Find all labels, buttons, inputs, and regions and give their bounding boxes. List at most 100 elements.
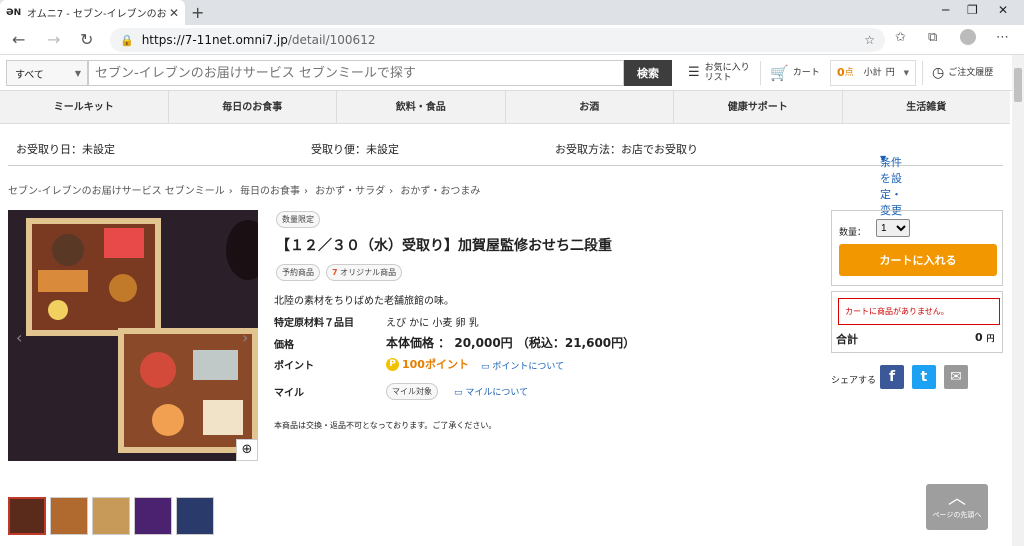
chevron-down-icon: ▼ [903, 69, 909, 77]
reload-icon[interactable]: ↻ [80, 30, 93, 49]
points-value: 0 [837, 66, 845, 79]
add-to-cart-button[interactable]: カートに入れる [839, 244, 997, 276]
limited-quantity-tag: 数量限定 [276, 211, 320, 228]
window-icon: ▭ [454, 388, 463, 398]
cart-icon: 🛒 [770, 64, 789, 82]
order-history-label: ご注文履歴 [948, 68, 994, 78]
browser-tab[interactable]: ƏN オムニ7 - セブン-イレブンのお届けサ… ✕ [0, 0, 185, 25]
mile-label: マイル [274, 388, 304, 399]
lock-icon: 🔒 [120, 33, 134, 47]
thumbnail-3[interactable] [92, 497, 130, 535]
quantity-select[interactable]: 1 [876, 219, 910, 237]
allergen-label: 特定原材料７品目 [274, 318, 354, 329]
cart-label: カート [792, 68, 820, 78]
point-badge: P 100ポイント [386, 356, 469, 372]
zoom-icon[interactable]: ⊕ [236, 439, 258, 461]
breadcrumb-item[interactable]: おかず・サラダ [315, 186, 385, 197]
omni7-favicon-icon: ƏN [6, 7, 22, 18]
up-arrow-icon: ︿ [948, 488, 966, 509]
delivery-conditions-bar: お受取り日：未設定 受取り便：未設定 お受取方法：お店でお受取り 条件を設定・変… [8, 128, 1003, 233]
profile-avatar[interactable] [960, 29, 976, 45]
nav-item-alcohol[interactable]: お酒 [506, 91, 674, 123]
thumbnail-2[interactable] [50, 497, 88, 535]
new-tab-icon[interactable]: + [191, 3, 204, 22]
total-unit: 円 [986, 334, 995, 343]
nav-item-meal-kit[interactable]: ミールキット [0, 91, 169, 123]
thumbnail-5[interactable] [176, 497, 214, 535]
category-select-value: すべて [15, 69, 44, 81]
original-product-tag: 7 オリジナル商品 [326, 264, 403, 281]
nav-item-health[interactable]: 健康サポート [674, 91, 843, 123]
back-icon[interactable]: ← [12, 30, 25, 49]
next-image-icon[interactable]: › [242, 328, 248, 347]
search-input[interactable] [88, 60, 624, 86]
breadcrumb-separator: › [389, 186, 394, 197]
mile-eligible-tag: マイル対象 [386, 383, 438, 400]
page-scrollbar[interactable] [1012, 55, 1024, 546]
minimize-icon[interactable]: ─ [942, 3, 949, 17]
point-info-link[interactable]: ▭ ポイントについて [481, 359, 564, 372]
facebook-share-icon[interactable]: f [880, 365, 904, 389]
mile-info-link[interactable]: ▭ マイルについて [454, 385, 528, 398]
twitter-share-icon[interactable]: t [912, 365, 936, 389]
scrollbar-thumb[interactable] [1014, 68, 1022, 102]
total-amount: 0 [975, 331, 983, 344]
thumbnail-4[interactable] [134, 497, 172, 535]
tab-close-icon[interactable]: ✕ [169, 6, 179, 20]
delivery-method: お受取方法：お店でお受取り [555, 143, 698, 156]
mile-info-label: マイルについて [465, 388, 529, 398]
forward-icon[interactable]: → [47, 30, 60, 49]
chevron-down-icon: ▼ [74, 68, 81, 78]
breadcrumb-item[interactable]: おかず・おつまみ [400, 186, 480, 197]
list-icon: ☰ [688, 65, 700, 80]
address-bar[interactable]: 🔒 https://7-11net.omni7.jp /detail/10061… [110, 28, 885, 52]
maximize-icon[interactable]: ❐ [967, 3, 978, 17]
search-button[interactable]: 検索 [624, 60, 672, 86]
url-path: /detail/100612 [287, 33, 376, 47]
bookmark-star-icon[interactable]: ☆ [864, 33, 875, 47]
price-label: 価格 [274, 340, 294, 351]
product-main-image: ‹ › [8, 210, 258, 461]
favorites-icon[interactable]: ✩ [895, 30, 906, 45]
mail-share-icon[interactable]: ✉ [944, 365, 968, 389]
category-nav: ミールキット 毎日のお食事 飲料・食品 お酒 健康サポート 生活雑貨 [0, 91, 1010, 124]
category-select[interactable]: すべて ▼ [6, 60, 88, 86]
subtotal-label: 小計 [863, 68, 882, 78]
reservation-tag: 予約商品 [276, 264, 320, 281]
header-divider [922, 61, 923, 85]
share-label: シェアする [831, 376, 877, 386]
quantity-label: 数量： [839, 228, 867, 238]
product-catchphrase: 北陸の素材をちりばめた老舗旅館の味。 [274, 296, 454, 307]
nav-item-household[interactable]: 生活雑貨 [843, 91, 1011, 123]
favorites-label-2: リスト [704, 73, 732, 83]
breadcrumb-separator: › [228, 186, 233, 197]
nav-item-daily-meals[interactable]: 毎日のお食事 [169, 91, 337, 123]
delivery-date: お受取り日：未設定 [16, 143, 115, 156]
osechi-illustration [8, 210, 258, 461]
breadcrumb-item[interactable]: セブン-イレブンのお届けサービス セブンミール [8, 186, 225, 197]
window-close-icon[interactable]: ✕ [998, 3, 1008, 17]
favorites-list-link[interactable]: ☰ お気に入り リスト [688, 60, 750, 86]
order-history-link[interactable]: ◷ ご注文履歴 [932, 60, 993, 86]
nav-item-drinks-food[interactable]: 飲料・食品 [337, 91, 506, 123]
cart-link[interactable]: 🛒 カート [770, 60, 820, 86]
cart-summary[interactable]: 0 点 小計 円 ▼ [830, 60, 916, 86]
delivery-slot: 受取り便：未設定 [311, 143, 399, 156]
page-top-button[interactable]: ︿ ページの先頭へ [926, 484, 988, 530]
breadcrumb-separator: › [303, 186, 308, 197]
point-label: ポイント [274, 361, 314, 372]
thumbnail-1[interactable] [8, 497, 46, 535]
collections-icon[interactable]: ⧉ [928, 30, 937, 45]
prev-image-icon[interactable]: ‹ [16, 328, 22, 347]
history-clock-icon: ◷ [932, 65, 945, 81]
cart-empty-message: カートに商品がありません。 [838, 298, 1000, 325]
points-unit: 点 [844, 68, 854, 78]
allergen-value: えび かに 小麦 卵 乳 [386, 318, 479, 329]
thumbnail-strip [8, 497, 214, 535]
total-label: 合計 [836, 333, 858, 346]
header-divider [760, 61, 761, 85]
favorites-label-1: お気に入り [704, 63, 750, 73]
breadcrumb-item[interactable]: 毎日のお食事 [240, 186, 300, 197]
breadcrumb: セブン-イレブンのお届けサービス セブンミール › 毎日のお食事 › おかず・サラダ… [8, 182, 484, 197]
more-menu-icon[interactable]: ⋯ [996, 30, 1009, 45]
